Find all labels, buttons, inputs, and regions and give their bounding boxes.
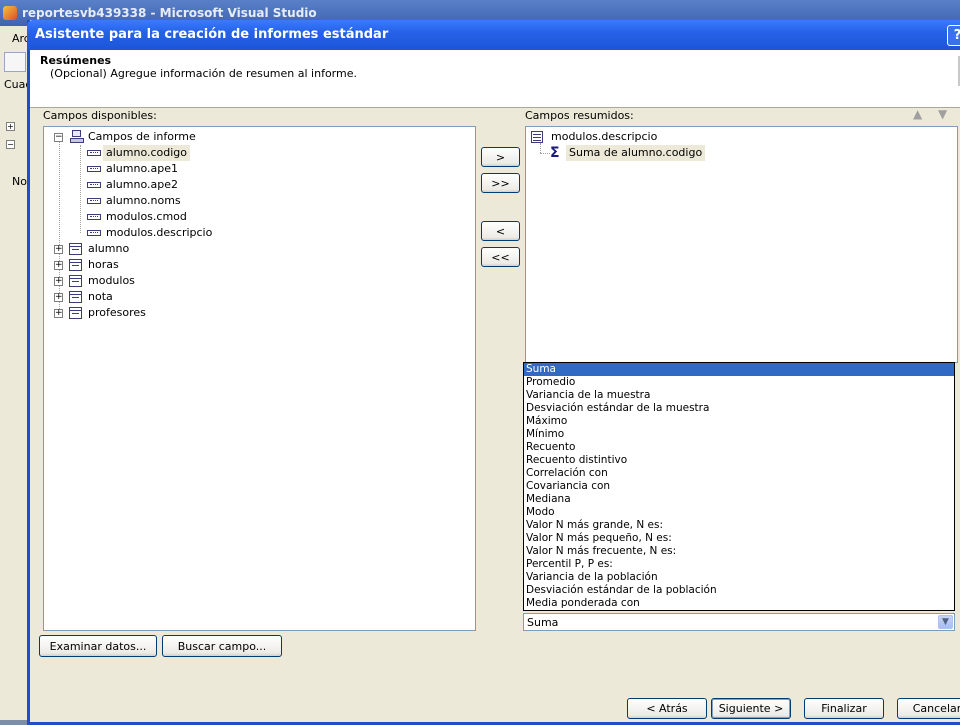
tree-label: alumno xyxy=(88,242,130,255)
wizard-title: Asistente para la creación de informes e… xyxy=(35,27,389,42)
summarized-fields-tree[interactable]: modulos.descripcio Σ Suma de alumno.codi… xyxy=(525,126,958,363)
summary-option[interactable]: Suma xyxy=(524,363,954,376)
tree-label: alumno.codigo xyxy=(103,145,191,161)
wizard-titlebar[interactable]: Asistente para la creación de informes e… xyxy=(27,20,960,50)
wizard-header: Resúmenes (Opcional) Agregue información… xyxy=(30,50,960,108)
summary-type-dropdown-list[interactable]: Suma Promedio Variancia de la muestra Desvi… xyxy=(523,362,955,611)
field-icon xyxy=(87,166,101,172)
summary-option[interactable]: Desviación estándar de la muestra xyxy=(524,402,954,415)
table-icon xyxy=(69,259,82,271)
summary-option[interactable]: Recuento xyxy=(524,441,954,454)
summary-option[interactable]: Máximo xyxy=(524,415,954,428)
summary-option[interactable]: Media ponderada con xyxy=(524,597,954,610)
tree-label: alumno.ape1 xyxy=(106,162,178,175)
summary-option[interactable]: Mínimo xyxy=(524,428,954,441)
tree-label: Suma de alumno.codigo xyxy=(566,145,706,161)
cancel-button[interactable]: Cancelar xyxy=(897,698,960,719)
report-fields-icon xyxy=(70,130,84,143)
browse-data-button[interactable]: Examinar datos... xyxy=(39,635,157,657)
summary-option[interactable]: Percentil P, P es: xyxy=(524,558,954,571)
add-field-button[interactable]: > xyxy=(481,147,520,167)
remove-field-button[interactable]: < xyxy=(481,221,520,241)
back-button[interactable]: < Atrás xyxy=(627,698,707,719)
group-icon xyxy=(531,131,543,143)
expand-icon[interactable]: + xyxy=(54,245,63,254)
finish-button[interactable]: Finalizar xyxy=(804,698,884,719)
summary-option[interactable]: Mediana xyxy=(524,493,954,506)
collapse-icon[interactable]: − xyxy=(6,140,15,149)
expand-icon[interactable]: + xyxy=(6,122,15,131)
tree-label: modulos.descripcio xyxy=(106,226,213,239)
tree-label: alumno.noms xyxy=(106,194,181,207)
visual-studio-app-icon xyxy=(3,6,17,20)
summary-option[interactable]: Desviación estándar de la población xyxy=(524,584,954,597)
tree-label: modulos xyxy=(88,274,135,287)
tree-label: modulos.cmod xyxy=(106,210,187,223)
tree-label: Campos de informe xyxy=(88,130,196,143)
expand-icon[interactable]: + xyxy=(54,277,63,286)
summary-option[interactable]: Modo xyxy=(524,506,954,519)
expand-icon[interactable]: + xyxy=(54,293,63,302)
move-down-icon[interactable]: ▼ xyxy=(938,107,947,121)
summary-type-value: Suma xyxy=(527,616,559,629)
field-icon xyxy=(87,230,101,236)
table-icon xyxy=(69,291,82,303)
field-icon xyxy=(87,182,101,188)
move-up-icon[interactable]: ▲ xyxy=(913,107,922,121)
field-icon xyxy=(87,150,101,156)
summary-option[interactable]: Recuento distintivo xyxy=(524,454,954,467)
sigma-icon: Σ xyxy=(550,145,560,161)
add-all-fields-button[interactable]: >> xyxy=(481,173,520,193)
summary-option[interactable]: Promedio xyxy=(524,376,954,389)
summary-option[interactable]: Variancia de la muestra xyxy=(524,389,954,402)
find-field-button[interactable]: Buscar campo... xyxy=(162,635,282,657)
remove-all-fields-button[interactable]: << xyxy=(481,247,520,267)
tree-label: profesores xyxy=(88,306,146,319)
tree-label: nota xyxy=(88,290,113,303)
vs-partial-text: No xyxy=(12,175,27,188)
field-icon xyxy=(87,198,101,204)
available-fields-tree[interactable]: − Campos de informe alumno.codigo alumno… xyxy=(43,126,476,631)
expand-icon[interactable]: + xyxy=(54,309,63,318)
table-icon xyxy=(69,275,82,287)
chevron-down-icon[interactable]: ▼ xyxy=(938,615,953,629)
tree-label: alumno.ape2 xyxy=(106,178,178,191)
field-icon xyxy=(87,214,101,220)
expand-icon[interactable]: + xyxy=(54,261,63,270)
vs-window-title: reportesvb439338 - Microsoft Visual Stud… xyxy=(22,6,317,20)
table-icon xyxy=(69,307,82,319)
step-subtitle: (Opcional) Agregue información de resume… xyxy=(50,67,357,80)
summary-type-combo[interactable]: Suma ▼ xyxy=(523,613,955,631)
summary-option[interactable]: Correlación con xyxy=(524,467,954,480)
summarized-fields-label: Campos resumidos: xyxy=(525,109,634,122)
tree-label: horas xyxy=(88,258,119,271)
vs-left-strip: Arc Cuad + − No xyxy=(0,26,32,720)
summary-option[interactable]: Valor N más frecuente, N es: xyxy=(524,545,954,558)
tree-label: modulos.descripcio xyxy=(551,130,658,143)
step-title: Resúmenes xyxy=(40,54,112,67)
summary-option[interactable]: Valor N más grande, N es: xyxy=(524,519,954,532)
new-file-icon[interactable] xyxy=(4,52,26,72)
available-fields-label: Campos disponibles: xyxy=(43,109,157,122)
help-button[interactable]: ? xyxy=(947,25,960,46)
summary-option[interactable]: Variancia de la población xyxy=(524,571,954,584)
summary-option[interactable]: Valor N más pequeño, N es: xyxy=(524,532,954,545)
summary-option[interactable]: Covariancia con xyxy=(524,480,954,493)
table-icon xyxy=(69,243,82,255)
collapse-icon[interactable]: − xyxy=(54,133,63,142)
next-button[interactable]: Siguiente > xyxy=(711,698,791,719)
